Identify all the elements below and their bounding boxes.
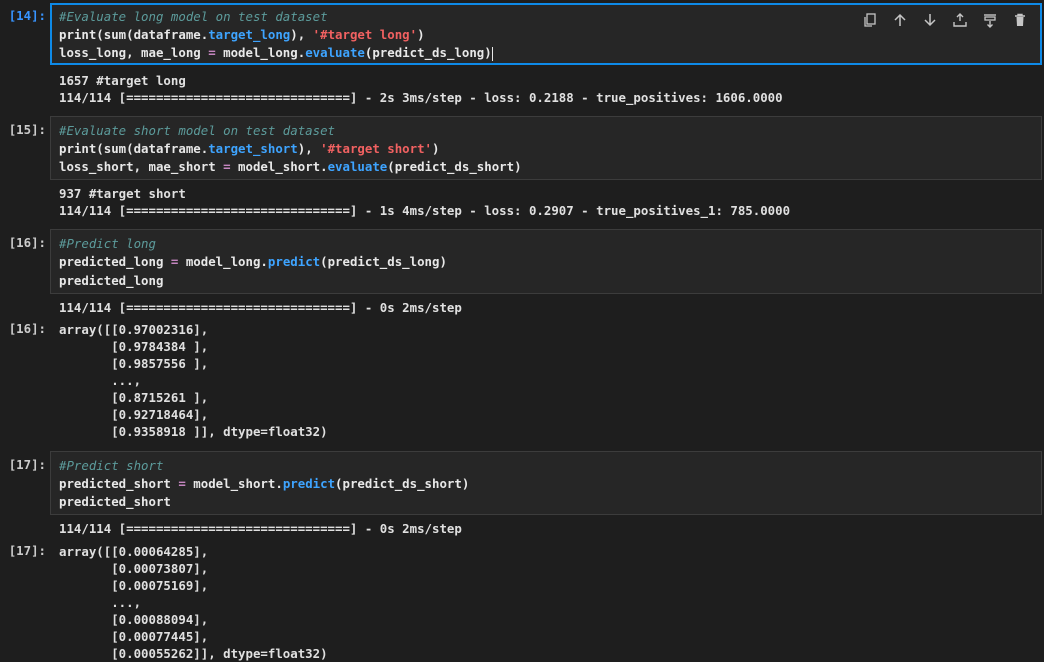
code-line: #Evaluate long model on test dataset bbox=[59, 9, 328, 24]
result-line: [0.00088094], bbox=[59, 612, 209, 627]
insert-above-icon[interactable] bbox=[945, 10, 975, 30]
code-line: print(sum(dataframe.target_short), '#tar… bbox=[59, 141, 440, 156]
code-line: predicted_short = model_short.predict(pr… bbox=[59, 476, 470, 491]
result-line: [0.00077445], bbox=[59, 629, 209, 644]
code-line: predicted_long bbox=[59, 273, 164, 288]
cell-16-result-prompt: [16]: bbox=[8, 321, 46, 336]
result-line: [0.00055262]], dtype=float32) bbox=[59, 646, 328, 661]
cell-14-prompt: [14]: bbox=[8, 8, 46, 23]
cell-15-editor[interactable]: #Evaluate short model on test dataset pr… bbox=[50, 116, 1042, 180]
output-line: 114/114 [==============================]… bbox=[59, 203, 791, 218]
result-line: array([[0.97002316], bbox=[59, 322, 209, 337]
result-line: [0.00073807], bbox=[59, 561, 209, 576]
result-line: array([[0.00064285], bbox=[59, 544, 209, 559]
result-line: [0.9358918 ]], dtype=float32) bbox=[59, 424, 328, 439]
text-cursor bbox=[491, 46, 493, 61]
delete-icon[interactable] bbox=[1005, 10, 1035, 30]
cell-15-prompt: [15]: bbox=[8, 122, 46, 137]
code-line: #Predict short bbox=[59, 458, 164, 473]
cell-14-editor[interactable]: #Evaluate long model on test dataset pri… bbox=[50, 3, 1042, 65]
copy-icon[interactable] bbox=[855, 10, 885, 30]
output-line: 1657 #target long bbox=[59, 73, 186, 88]
result-line: [0.8715261 ], bbox=[59, 390, 209, 405]
code-line: #Evaluate short model on test dataset bbox=[59, 123, 336, 138]
code-line: loss_long, mae_long = model_long.evaluat… bbox=[59, 45, 493, 61]
result-line: [0.9784384 ], bbox=[59, 339, 209, 354]
insert-below-icon[interactable] bbox=[975, 10, 1005, 30]
result-line: [0.92718464], bbox=[59, 407, 209, 422]
cell-16-editor[interactable]: #Predict long predicted_long = model_lon… bbox=[50, 229, 1042, 294]
move-up-icon[interactable] bbox=[885, 10, 915, 30]
move-down-icon[interactable] bbox=[915, 10, 945, 30]
cell-toolbar bbox=[855, 10, 1035, 30]
stream-line: 114/114 [==============================]… bbox=[59, 521, 462, 536]
cell-16-prompt: [16]: bbox=[8, 235, 46, 250]
code-line: #Predict long bbox=[59, 236, 156, 251]
code-line: loss_short, mae_short = model_short.eval… bbox=[59, 159, 522, 174]
result-line: ..., bbox=[59, 373, 142, 388]
result-line: ..., bbox=[59, 595, 142, 610]
output-line: 114/114 [==============================]… bbox=[59, 90, 783, 105]
stream-line: 114/114 [==============================]… bbox=[59, 300, 462, 315]
code-line: print(sum(dataframe.target_long), '#targ… bbox=[59, 27, 425, 42]
result-line: [0.9857556 ], bbox=[59, 356, 209, 371]
cell-17-prompt: [17]: bbox=[8, 457, 46, 472]
code-line: predicted_short bbox=[59, 494, 171, 509]
output-line: 937 #target short bbox=[59, 186, 186, 201]
cell-17-result-prompt: [17]: bbox=[8, 543, 46, 558]
result-line: [0.00075169], bbox=[59, 578, 209, 593]
cell-17-editor[interactable]: #Predict short predicted_short = model_s… bbox=[50, 451, 1042, 515]
code-line: predicted_long = model_long.predict(pred… bbox=[59, 254, 447, 269]
